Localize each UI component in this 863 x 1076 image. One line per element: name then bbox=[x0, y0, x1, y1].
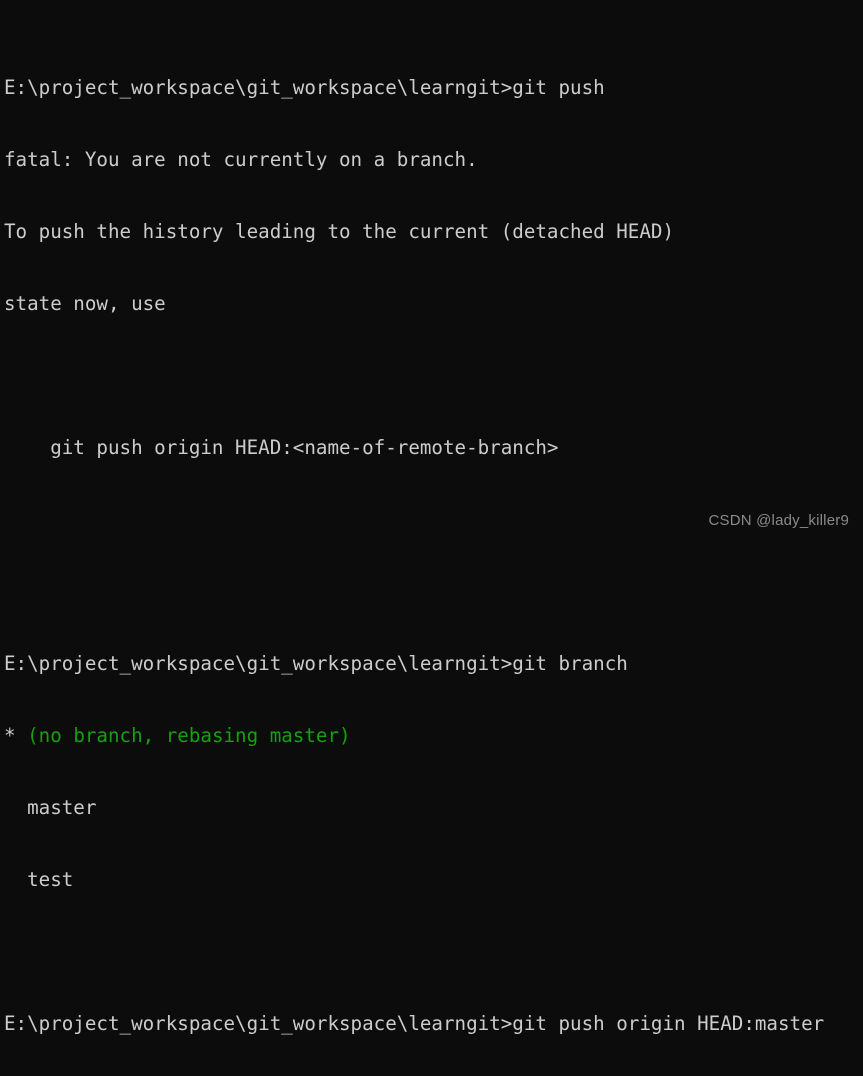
terminal-line: To push the history leading to the curre… bbox=[4, 220, 675, 243]
terminal-line: E:\project_workspace\git_workspace\learn… bbox=[4, 76, 605, 99]
branch-name-detached: (no branch, rebasing master) bbox=[27, 724, 351, 747]
terminal-line: fatal: You are not currently on a branch… bbox=[4, 148, 478, 171]
terminal-line: E:\project_workspace\git_workspace\learn… bbox=[4, 1012, 825, 1035]
branch-star-marker: * bbox=[4, 724, 28, 747]
terminal-line: E:\project_workspace\git_workspace\learn… bbox=[4, 652, 628, 675]
terminal-line: git push origin HEAD:<name-of-remote-bra… bbox=[4, 436, 559, 459]
csdn-watermark: CSDN @lady_killer9 bbox=[708, 512, 849, 529]
terminal-window[interactable]: E:\project_workspace\git_workspace\learn… bbox=[0, 0, 863, 1035]
terminal-line-branch-test: test bbox=[4, 868, 74, 891]
terminal-line-branch-master: master bbox=[4, 796, 97, 819]
terminal-line-current-branch: * (no branch, rebasing master) bbox=[4, 724, 863, 748]
terminal-line: state now, use bbox=[4, 292, 166, 315]
